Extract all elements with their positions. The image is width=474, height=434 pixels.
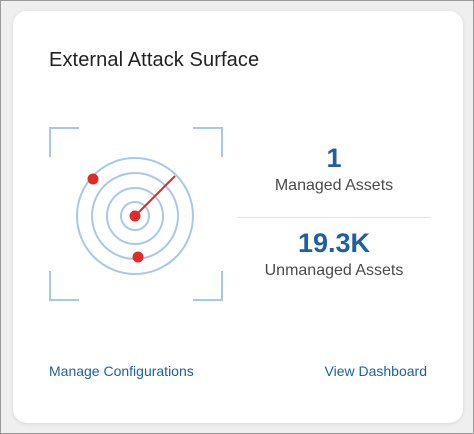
unmanaged-assets-label: Unmanaged Assets [264,262,404,279]
corner-top-right [193,127,223,157]
corner-bottom-right [193,271,223,301]
managed-assets-stat: 1 Managed Assets [237,141,431,217]
radar-scan-icon [49,127,223,301]
managed-assets-count: 1 [326,143,342,173]
asset-stats: 1 Managed Assets 19.3K Unmanaged Assets [237,141,431,282]
radar-sweep-line [134,175,176,217]
corner-top-left [49,127,79,157]
managed-assets-label: Managed Assets [274,177,394,194]
widget-frame: External Attack Surface 1 Managed Assets… [0,0,474,434]
unmanaged-assets-stat: 19.3K Unmanaged Assets [237,226,431,282]
card-title: External Attack Surface [49,49,260,71]
radar-target-dot [132,251,144,263]
manage-configurations-link[interactable]: Manage Configurations [49,363,194,379]
unmanaged-assets-count: 19.3K [297,228,371,258]
stats-divider [237,217,431,218]
radar-target-dot [87,173,99,185]
attack-surface-card: External Attack Surface 1 Managed Assets… [13,11,463,423]
view-dashboard-link[interactable]: View Dashboard [325,363,427,379]
radar-center-dot [129,210,141,222]
corner-bottom-left [49,271,79,301]
